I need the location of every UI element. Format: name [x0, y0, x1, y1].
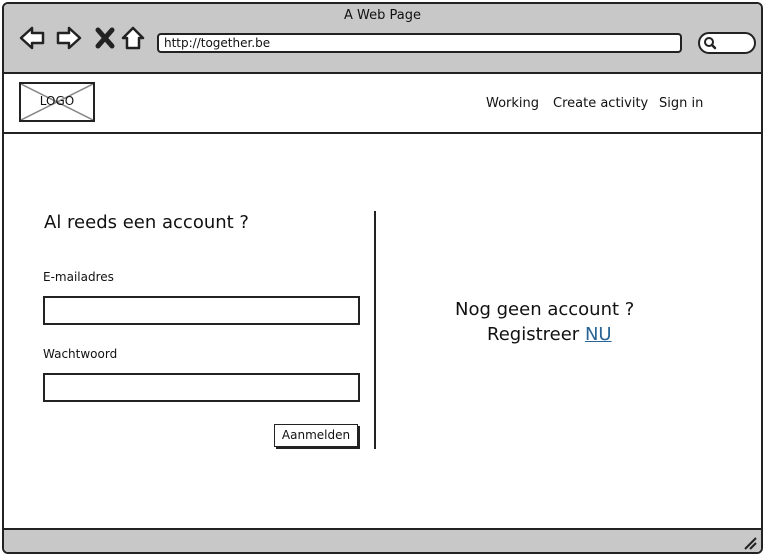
- email-label: E-mailadres: [43, 270, 114, 284]
- close-icon[interactable]: [92, 24, 120, 52]
- resize-grip-icon[interactable]: [741, 534, 757, 550]
- search-field[interactable]: [698, 32, 756, 54]
- register-prompt: Nog geen account ?: [455, 299, 635, 320]
- nav-link-sign-in[interactable]: Sign in: [659, 96, 703, 111]
- browser-chrome: A Web Page http://together.be: [4, 4, 761, 74]
- forward-arrow-icon[interactable]: [55, 24, 83, 52]
- password-label: Wachtwoord: [43, 347, 118, 361]
- email-field[interactable]: [43, 296, 360, 325]
- site-header: LOGO Working Create activity Sign in: [4, 74, 761, 134]
- login-button[interactable]: Aanmelden: [274, 424, 358, 447]
- section-divider: [374, 211, 376, 449]
- logo-text: LOGO: [39, 94, 75, 108]
- logo[interactable]: LOGO: [19, 82, 95, 122]
- back-arrow-icon[interactable]: [18, 24, 46, 52]
- window-title: A Web Page: [344, 8, 421, 23]
- login-heading: Al reeds een account ?: [44, 212, 249, 233]
- nav-link-working[interactable]: Working: [486, 96, 539, 111]
- home-icon[interactable]: [119, 24, 147, 52]
- nav-link-create-activity[interactable]: Create activity: [553, 96, 648, 111]
- password-field[interactable]: [43, 373, 360, 402]
- register-now-link[interactable]: NU: [585, 324, 612, 345]
- search-icon: [704, 37, 717, 50]
- register-line: Registreer NU: [487, 324, 612, 345]
- status-bar: [4, 528, 761, 552]
- register-text: Registreer: [487, 324, 580, 345]
- address-bar[interactable]: http://together.be: [157, 33, 682, 53]
- browser-window: A Web Page http://together.be LOGO Worki…: [2, 2, 763, 554]
